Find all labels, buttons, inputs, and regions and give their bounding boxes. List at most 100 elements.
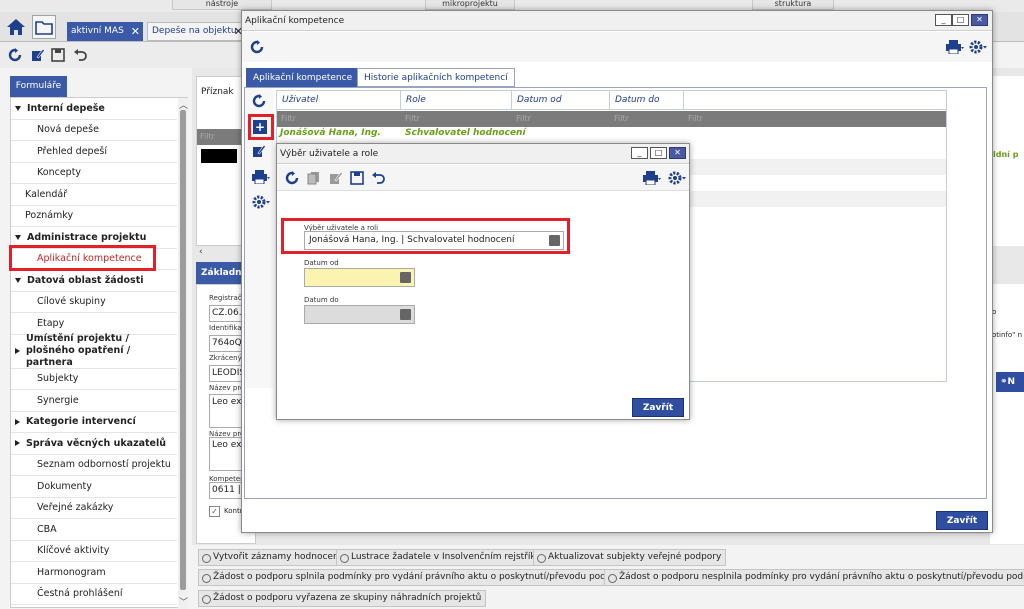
folder-icon[interactable] <box>32 15 56 39</box>
undo-icon[interactable] <box>371 171 385 185</box>
filter-date-from[interactable]: Filtr <box>512 111 610 127</box>
print-icon[interactable] <box>251 170 271 184</box>
sidebar-item-label: Správa věcných ukazatelů <box>26 437 167 449</box>
caret-right-icon[interactable] <box>15 418 20 425</box>
top-tab[interactable]: nástroje <box>172 0 272 10</box>
add-icon[interactable]: + <box>253 120 267 134</box>
caret-right-icon[interactable] <box>15 440 20 447</box>
refresh-icon[interactable] <box>7 47 23 63</box>
refresh-icon[interactable] <box>250 40 264 54</box>
sidebar-item-label: Harmonogram <box>37 566 106 578</box>
calendar-icon[interactable] <box>400 309 411 320</box>
tab-depese[interactable]: Depeše na objektu ✕ <box>147 22 247 41</box>
calendar-icon[interactable] <box>400 272 411 283</box>
undo-icon[interactable] <box>72 47 88 63</box>
home-icon[interactable] <box>4 15 28 39</box>
column-header[interactable]: Uživatel <box>277 91 401 110</box>
close-button[interactable]: Zavřít <box>936 511 988 530</box>
sidebar-item[interactable]: Klíčové aktivity <box>11 541 177 562</box>
grid-header: Uživatel Role Datum od Datum do <box>277 91 946 110</box>
print-icon[interactable] <box>642 171 662 185</box>
close-icon[interactable]: ✕ <box>669 147 686 159</box>
tab-aktivni-mas[interactable]: aktivní MAS ✕ <box>67 22 143 41</box>
close-button[interactable]: Zavřít <box>632 398 684 417</box>
settings-icon[interactable] <box>667 170 687 186</box>
close-icon[interactable]: ✕ <box>131 22 140 41</box>
scroll-down-icon[interactable]: ﹀ <box>179 595 188 608</box>
sidebar-item[interactable]: Veřejné zakázky <box>11 498 177 519</box>
sidebar-item[interactable]: Datová oblast žádosti <box>11 270 177 292</box>
column-header[interactable]: Role <box>401 91 512 110</box>
filter-date-to[interactable]: Filtr <box>610 111 684 127</box>
sidebar-item[interactable]: Správa věcných ukazatelů <box>11 433 177 455</box>
caret-down-icon[interactable] <box>15 105 21 111</box>
action-button[interactable]: Vytvořit záznamy hodnocení <box>198 549 347 566</box>
sidebar-item[interactable]: Nová depeše <box>11 120 177 141</box>
close-icon[interactable]: ✕ <box>971 14 988 26</box>
settings-icon[interactable] <box>251 194 271 210</box>
sidebar-item[interactable]: Přehled depeší <box>11 141 177 163</box>
refresh-icon[interactable] <box>252 94 266 108</box>
sidebar-item[interactable]: Etapy <box>11 313 177 335</box>
scroll-left-icon[interactable]: ‹ <box>199 247 203 257</box>
filter-user[interactable]: Filtr <box>277 111 401 127</box>
sidebar-item-label: Cílové skupiny <box>37 296 106 308</box>
sidebar-item[interactable]: Koncepty <box>11 163 177 184</box>
sidebar-header[interactable]: Formuláře <box>10 76 67 97</box>
edit-icon[interactable] <box>329 171 343 185</box>
top-tab[interactable]: struktura <box>752 0 834 10</box>
action-button[interactable]: Žádost o podporu vyřazena ze skupiny náh… <box>198 590 487 607</box>
column-header[interactable]: Datum od <box>512 91 610 110</box>
sidebar-item[interactable]: CBA <box>11 519 177 541</box>
action-button[interactable]: Žádost o podporu nesplnila podmínky pro … <box>604 569 1024 586</box>
save-icon[interactable] <box>350 171 364 185</box>
dialog-toolbar <box>277 165 689 191</box>
save-icon[interactable] <box>50 47 66 63</box>
sidebar-item[interactable]: Poznámky <box>11 206 177 227</box>
settings-icon[interactable] <box>969 39 987 55</box>
sidebar-scrollbar[interactable]: ︿ ﹀ <box>178 98 188 609</box>
list-icon[interactable] <box>549 235 560 246</box>
tab-historie[interactable]: Historie aplikačních kompetencí <box>357 68 515 87</box>
maximize-icon[interactable]: □ <box>650 147 667 159</box>
action-button[interactable]: Aktualizovat subjekty veřejné podpory <box>533 549 727 566</box>
action-button[interactable]: Lustrace žadatele v Insolvenčním rejstří… <box>336 549 546 566</box>
table-row[interactable]: Jonášová Hana, Ing. Schvalovatel hodnoce… <box>277 127 946 143</box>
maximize-icon[interactable]: □ <box>952 14 969 26</box>
sidebar-item[interactable]: Synergie <box>11 390 177 412</box>
minimize-icon[interactable]: _ <box>631 147 648 159</box>
filter-extra[interactable]: Filtr <box>684 111 946 127</box>
sidebar-item[interactable]: Interní depeše <box>11 98 177 120</box>
sidebar-item[interactable]: Cílové skupiny <box>11 292 177 313</box>
date-from-field[interactable] <box>304 268 415 287</box>
sidebar-item[interactable]: Subjekty <box>11 369 177 390</box>
user-role-select[interactable]: Jonášová Hana, Ing. | Schvalovatel hodno… <box>304 231 564 250</box>
caret-right-icon[interactable] <box>15 348 20 354</box>
copy-icon[interactable] <box>307 171 321 185</box>
tab-aplikacni-kompetence[interactable]: Aplikační kompetence <box>246 68 360 87</box>
minimize-icon[interactable]: _ <box>935 14 952 26</box>
sidebar-item-label: Subjekty <box>37 373 79 385</box>
sidebar-item[interactable]: Harmonogram <box>11 562 177 584</box>
edit-icon[interactable] <box>30 47 46 63</box>
right-panel: ldní p <box>990 76 1024 246</box>
sidebar-item[interactable]: Kategorie intervencí <box>11 412 177 433</box>
sidebar-item[interactable]: Dokumenty <box>11 476 177 498</box>
column-header[interactable]: Datum do <box>610 91 684 110</box>
edit-icon[interactable] <box>252 144 266 158</box>
scrollbar-thumb[interactable] <box>180 110 186 590</box>
filter-role[interactable]: Filtr <box>401 111 512 127</box>
refresh-icon[interactable] <box>285 171 299 185</box>
sidebar-item[interactable]: Čestná prohlášení <box>11 584 177 605</box>
sidebar-item[interactable]: Kalendář <box>11 184 177 206</box>
top-tab[interactable]: mikroprojektu <box>425 0 515 10</box>
right-button[interactable]: ⚭N <box>996 372 1024 392</box>
sidebar-item[interactable]: Seznam odborností projektu <box>11 455 177 476</box>
date-to-field[interactable] <box>304 305 415 324</box>
sidebar-item[interactable]: Umístění projektu / plošného opatření / … <box>11 333 177 369</box>
checkbox[interactable]: ✓ <box>209 506 220 517</box>
action-button[interactable]: Žádost o podporu splnila podmínky pro vy… <box>198 569 632 586</box>
caret-down-icon[interactable] <box>15 277 21 283</box>
caret-down-icon[interactable] <box>15 234 21 240</box>
print-icon[interactable] <box>945 40 965 54</box>
